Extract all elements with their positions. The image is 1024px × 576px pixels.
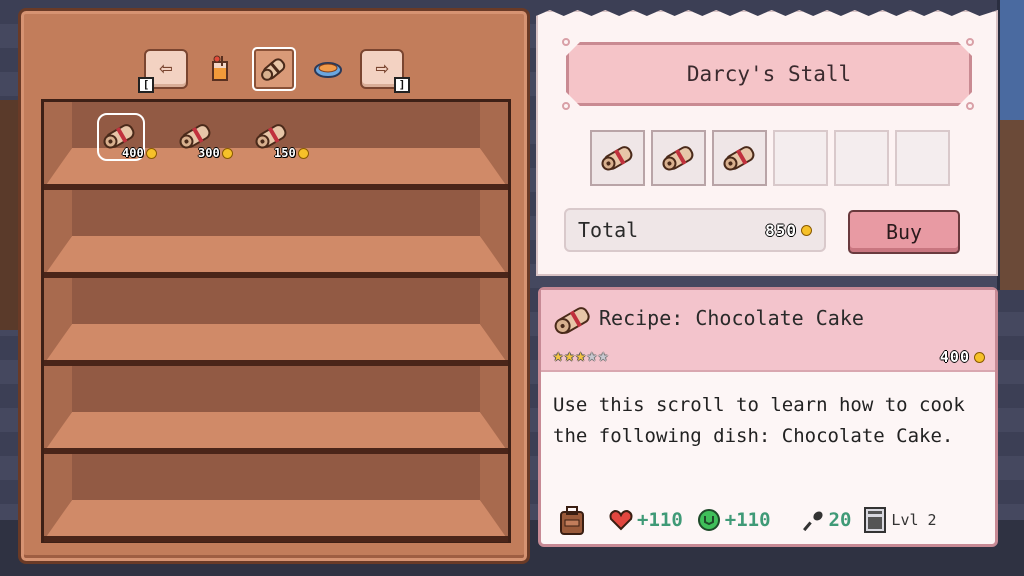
shelf-row <box>44 454 508 542</box>
drink-glass-icon <box>212 55 228 81</box>
arrow-right-icon: ⇨ <box>375 56 389 81</box>
star-empty-icon: ★ <box>586 346 597 366</box>
shelf-row <box>44 278 508 366</box>
stall-name: Darcy's Stall <box>686 62 852 86</box>
star-rating: ★ ★ ★ ★ ★ <box>553 346 609 366</box>
level-stat: Lvl 2 <box>863 506 937 534</box>
cart-slot-empty[interactable] <box>773 130 828 186</box>
arrow-left-icon: ⇦ <box>159 56 173 81</box>
cart-slot[interactable] <box>590 130 645 186</box>
cart-slot-empty[interactable] <box>895 130 950 186</box>
energy-icon <box>697 509 720 531</box>
health-value: +110 <box>637 509 683 531</box>
shelf-unit: 400 300 150 <box>41 99 511 543</box>
time-stat: 20 <box>802 509 852 531</box>
cart-total: Total 850 <box>564 208 826 252</box>
total-label: Total <box>578 218 639 242</box>
cart-slot[interactable] <box>712 130 767 186</box>
recipe-scroll-icon <box>722 146 754 171</box>
star-empty-icon: ★ <box>598 346 609 366</box>
shelf-row: 400 300 150 <box>44 102 508 190</box>
heart-icon <box>609 509 633 531</box>
coin-icon <box>145 147 157 159</box>
tab-recipes[interactable] <box>252 47 296 91</box>
energy-value: +110 <box>724 509 771 531</box>
shop-item-recipe-scroll-3[interactable]: 150 <box>252 116 322 166</box>
buy-button[interactable]: Buy <box>848 210 960 254</box>
banner-corner-ornament <box>966 38 974 46</box>
category-tabs: ⇦ [⇨] <box>21 41 527 97</box>
item-detail-panel: Recipe: Chocolate Cake ★ ★ ★ ★ ★ 400 Use… <box>538 287 998 547</box>
cart-slot[interactable] <box>651 130 706 186</box>
energy-stat: +110 <box>697 508 771 532</box>
star-filled-icon: ★ <box>553 346 564 366</box>
coin-icon <box>801 224 812 236</box>
item-price: 300 <box>198 146 220 160</box>
item-stats: +110 +110 20 Lvl 2 <box>557 502 987 538</box>
item-description: Use this scroll to learn how to cook the… <box>553 394 965 447</box>
spoon-icon <box>802 511 823 531</box>
shelf-row <box>44 190 508 278</box>
cart-slots <box>590 130 950 186</box>
cart-slot-empty[interactable] <box>834 130 889 186</box>
tab-drinks[interactable] <box>202 51 238 87</box>
coin-icon <box>974 351 985 363</box>
item-title: Recipe: Chocolate Cake <box>599 306 864 330</box>
backpack-icon <box>560 506 584 535</box>
recipe-scroll-icon <box>261 58 286 81</box>
health-stat: +110 <box>609 509 683 531</box>
dish-bowl-icon <box>314 62 342 78</box>
key-hint-right: ] <box>394 77 410 93</box>
item-price-tag: 400 <box>940 348 985 366</box>
banner-corner-ornament <box>966 102 974 110</box>
item-price: 400 <box>122 146 144 160</box>
banner-corner-ornament <box>562 38 570 46</box>
recipe-scroll-icon <box>661 146 693 171</box>
shop-item-recipe-scroll-2[interactable]: 300 <box>176 116 246 166</box>
tab-dishes[interactable] <box>310 51 346 87</box>
shop-item-recipe-scroll-1[interactable]: 400 <box>97 113 170 166</box>
stall-banner: Darcy's Stall <box>566 42 972 106</box>
coin-icon <box>221 147 233 159</box>
total-value: 850 <box>765 220 797 240</box>
item-price: 400 <box>939 348 970 366</box>
detail-header: Recipe: Chocolate Cake ★ ★ ★ ★ ★ 400 <box>541 290 995 372</box>
stall-cart-panel: Darcy's Stall Total 850 Buy <box>536 10 998 276</box>
coin-icon <box>297 147 309 159</box>
background-window <box>997 0 1024 120</box>
stove-icon <box>864 507 887 533</box>
level-value: Lvl 2 <box>891 511 937 529</box>
next-category-button[interactable]: ⇨ ] <box>360 49 410 93</box>
star-filled-icon: ★ <box>564 346 575 366</box>
shop-shelf-panel: ⇦ [⇨] 400 300 150 <box>18 8 530 564</box>
key-hint-left: [ <box>138 77 154 93</box>
prev-category-button[interactable]: ⇦ [ <box>138 49 188 93</box>
recipe-scroll-icon <box>554 307 590 334</box>
background-door <box>997 120 1024 290</box>
banner-corner-ornament <box>562 102 570 110</box>
recipe-scroll-icon <box>600 146 632 171</box>
shelf-row <box>44 366 508 454</box>
item-price: 150 <box>274 146 296 160</box>
star-filled-icon: ★ <box>575 346 586 366</box>
time-value: 20 <box>828 509 852 531</box>
